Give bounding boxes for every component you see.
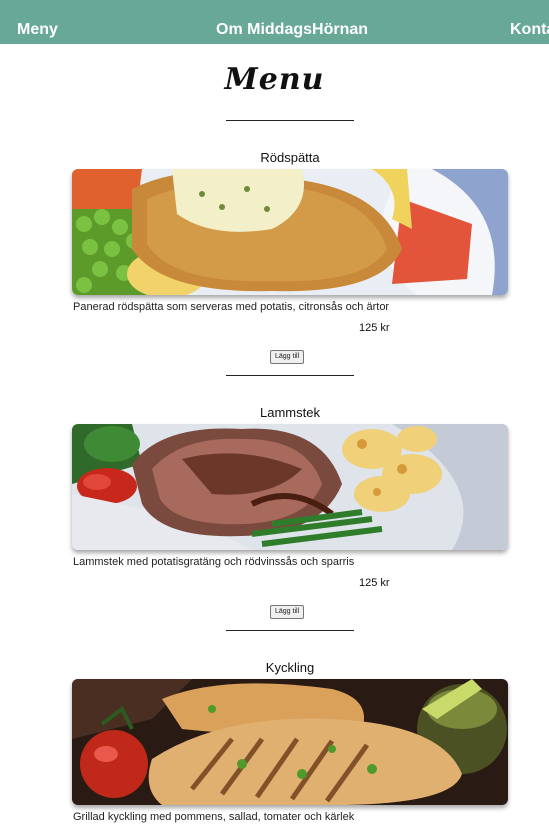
nav-link-om-middagshornan[interactable]: Om MiddagsHörnan (216, 0, 368, 44)
dish-description: Grillad kyckling med pommens, sallad, to… (73, 811, 355, 823)
dish-image-kyckling (72, 679, 508, 805)
dish-description: Lammstek med potatisgratäng och rödvinss… (73, 556, 355, 568)
nav-link-kontakt[interactable]: Kontakt (510, 0, 549, 44)
divider (226, 120, 354, 121)
add-to-order-button[interactable]: Lägg till (270, 605, 305, 619)
add-to-order-button[interactable]: Lägg till (270, 350, 305, 364)
dish-image-rodspatta (72, 169, 508, 295)
page-title: Menu (224, 62, 325, 97)
divider (226, 630, 354, 631)
divider (226, 375, 354, 376)
dish-image-lammstek (72, 424, 508, 550)
dish-title: Rödspätta (260, 150, 320, 165)
dish-price: 125 kr (359, 577, 390, 589)
nav-link-meny[interactable]: Meny (17, 0, 58, 44)
dish-price: 125 kr (359, 322, 390, 334)
dish-description: Panerad rödspätta som serveras med potat… (73, 301, 390, 313)
dish-title: Kyckling (265, 660, 315, 675)
dish-title: Lammstek (260, 405, 320, 420)
top-navbar: Meny Om MiddagsHörnan Kontakt (0, 0, 549, 44)
